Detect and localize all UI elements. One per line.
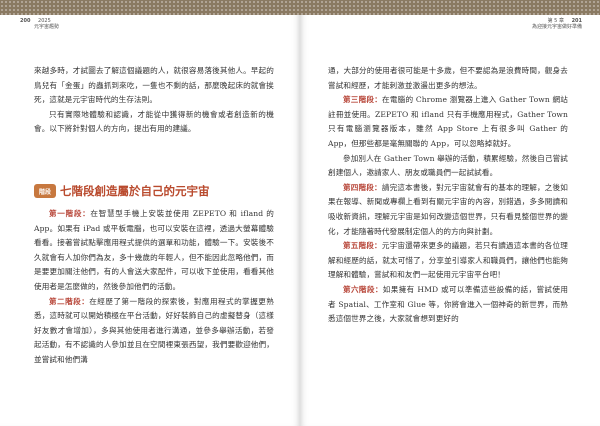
intro-paragraph: 來越多時，才試圖去了解這個議題的人，就很容易落後其他人。早起的鳥兒有「金蛋」的蟲… (34, 66, 274, 105)
stage-paragraph: 第二階段：在經歷了第一階段的探索後，對應用程式的掌握更熟悉，這時就可以開始積極在… (34, 295, 274, 368)
book-spread: 200 2025 元宇宙趨勢 來越多時，才試圖去了解這個議題的人，就很容易落後其… (0, 0, 600, 426)
right-header-title: 為迎接元宇宙做好準備 (531, 24, 582, 30)
stage-paragraph: 第三階段：在電腦的 Chrome 瀏覽器上進入 Gather Town 網站註冊… (328, 93, 568, 151)
right-page: 第 5 章 201 為迎接元宇宙做好準備 通，大部分的使用者很可能是十多歲，但不… (300, 0, 600, 426)
right-body-text: 通，大部分的使用者很可能是十多歲，但不要認為是浪費時間，觀身去嘗試和經歷，才能刺… (328, 64, 568, 327)
stage-text: 在經歷了第一階段的探索後，對應用程式的掌握更熟悉，這時就可以開始積極在平台活動，… (34, 296, 274, 364)
continuation-paragraph: 通，大部分的使用者很可能是十多歲，但不要認為是浪費時間，觀身去嘗試和經歷，才能刺… (328, 66, 568, 90)
intro-paragraph: 只有實際地體驗和認識，才能從中獲得新的機會或者創造新的機會。以下將針對個人的方向… (34, 109, 274, 134)
header-band (0, 0, 300, 15)
stage-text: 在智慧型手機上安裝並使用 ZEPETO 和 ifland 的 App。如果有 i… (34, 209, 274, 291)
section-heading-text: 七階段創造屬於自己的元宇宙 (60, 184, 210, 198)
stage-text: 參加別人在 Gather Town 舉辦的活動，積累經驗，然後自己嘗試創建個人，… (328, 153, 568, 178)
header-band (300, 0, 600, 15)
section-badge-label: 階段 (38, 188, 51, 196)
left-page: 200 2025 元宇宙趨勢 來越多時，才試圖去了解這個議題的人，就很容易落後其… (0, 0, 300, 426)
stage-label: 第四階段： (343, 182, 382, 192)
left-page-number: 200 (20, 18, 31, 24)
stage-label: 第一階段： (49, 209, 91, 218)
stage-paragraph: 第六階段：如果擁有 HMD 或可以準備這些設備的話，嘗試使用者 Spatial、… (328, 283, 568, 327)
stage-paragraph: 第一階段：在智慧型手機上安裝並使用 ZEPETO 和 ifland 的 App。… (34, 207, 274, 295)
stage-label: 第六階段： (343, 284, 383, 294)
stage-label: 第三階段： (343, 95, 383, 105)
right-running-header: 第 5 章 201 為迎接元宇宙做好準備 (532, 18, 582, 30)
left-intro-text: 來越多時，才試圖去了解這個議題的人，就很容易落後其他人。早起的鳥兒有「金蛋」的蟲… (34, 64, 274, 137)
stage-paragraph: 參加別人在 Gather Town 舉辦的活動，積累經驗，然後自己嘗試創建個人，… (328, 152, 568, 181)
stage-label: 第二階段： (49, 296, 90, 306)
left-stages-text: 第一階段：在智慧型手機上安裝並使用 ZEPETO 和 ifland 的 App。… (34, 207, 274, 368)
stage-label: 第五階段： (343, 241, 382, 251)
stage-paragraph: 第四階段：請完這本書後，對元宇宙就會有的基本的理解，之後如果在報導、新聞或專欄上… (328, 181, 568, 239)
section-badge: 階段 (34, 184, 56, 198)
left-running-header: 200 2025 元宇宙趨勢 (20, 18, 59, 30)
stage-paragraph: 第五階段：元宇宙還帶來更多的議題，若只有讀過這本書的各位理解和經歷的話，就太可惜… (328, 239, 568, 283)
section-heading: 階段 七階段創造屬於自己的元宇宙 (34, 181, 210, 201)
left-header-title: 元宇宙趨勢 (34, 24, 60, 30)
